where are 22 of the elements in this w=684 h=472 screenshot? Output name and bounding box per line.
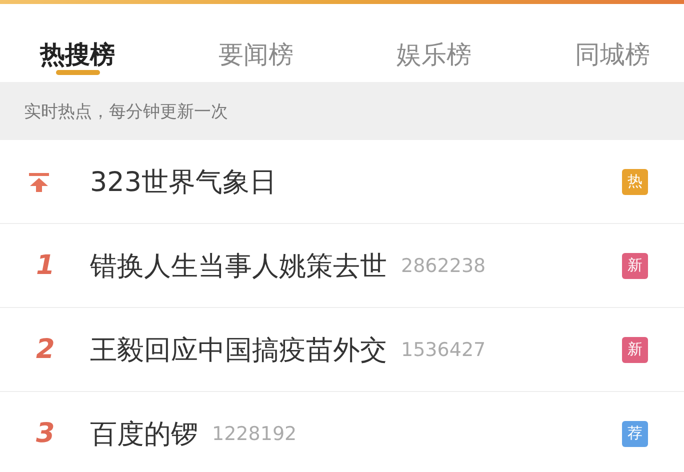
topic-badge: 热: [622, 168, 648, 194]
rank-number: 3: [35, 418, 55, 449]
topic-title: 王毅回应中国搞疫苗外交: [90, 334, 387, 368]
topic-title: 323世界气象日: [90, 166, 277, 200]
rank-number: 2: [35, 334, 55, 365]
search-count: 2862238: [401, 254, 486, 276]
topic-title: 百度的锣: [90, 418, 198, 452]
active-tab-indicator: [56, 70, 100, 75]
search-count: 1536427: [401, 338, 486, 360]
hot-search-row[interactable]: 323世界气象日 热: [0, 140, 684, 224]
rank-number: 1: [35, 250, 55, 281]
search-count: 1228192: [212, 422, 297, 444]
topic-badge: 新: [622, 252, 648, 278]
notice-text: 实时热点，每分钟更新一次: [24, 100, 228, 122]
topic-title: 错换人生当事人姚策去世: [90, 250, 387, 284]
hot-search-row[interactable]: 1 错换人生当事人姚策去世 2862238 新: [0, 224, 684, 308]
topic-badge: 荐: [622, 420, 648, 446]
pin-top-icon: [28, 170, 50, 192]
tab[interactable]: 热搜榜: [30, 4, 125, 82]
hot-search-row[interactable]: 2 王毅回应中国搞疫苗外交 1536427 新: [0, 308, 684, 392]
topic-badge: 新: [622, 336, 648, 362]
hot-search-row[interactable]: 3 百度的锣 1228192 荐: [0, 392, 684, 472]
